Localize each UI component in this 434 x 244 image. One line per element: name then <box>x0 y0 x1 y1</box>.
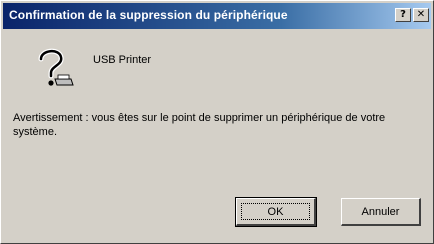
help-icon: ? <box>400 9 406 20</box>
question-mark-icon <box>38 48 74 86</box>
ok-button-label: OK <box>267 205 284 218</box>
close-icon: ✕ <box>416 9 426 20</box>
dialog-title: Confirmation de la suppression du périph… <box>9 8 288 22</box>
warning-message: Avertissement : vous êtes sur le point d… <box>13 112 386 138</box>
remove-device-dialog: Confirmation de la suppression du périph… <box>0 0 434 244</box>
help-button[interactable]: ? <box>395 8 411 22</box>
title-bar[interactable]: Confirmation de la suppression du périph… <box>3 3 431 29</box>
device-name: USB Printer <box>93 54 152 66</box>
ok-button[interactable]: OK <box>235 197 317 227</box>
cancel-button[interactable]: Annuler <box>341 198 421 226</box>
cancel-button-label: Annuler <box>361 205 400 218</box>
close-button[interactable]: ✕ <box>413 8 429 22</box>
